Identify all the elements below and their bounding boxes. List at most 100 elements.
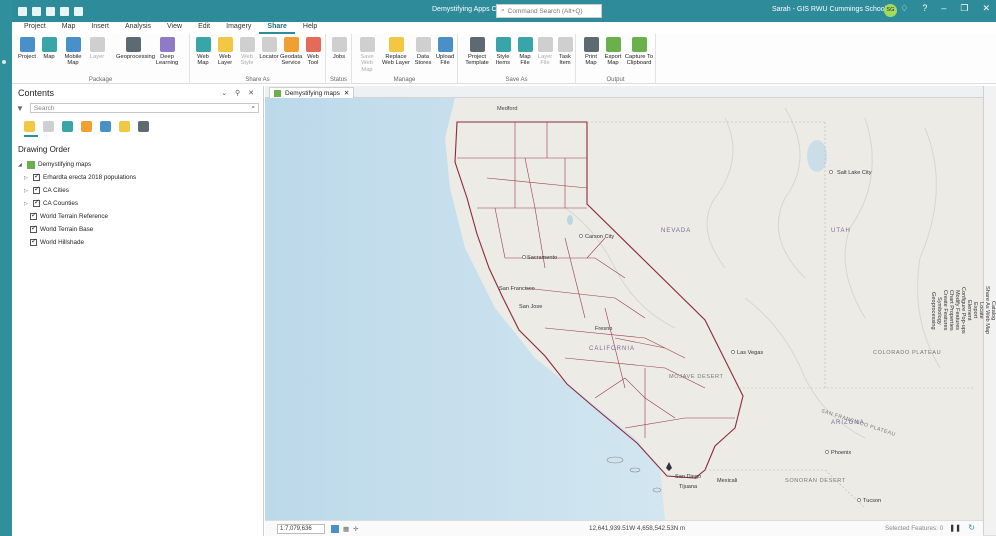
- tab-imagery[interactable]: Imagery: [218, 22, 259, 34]
- layer-visibility-checkbox[interactable]: [33, 185, 40, 194]
- command-search-input[interactable]: ⌕ Command Search (Alt+Q): [496, 4, 602, 18]
- layer-visibility-checkbox[interactable]: [30, 224, 37, 233]
- web-style-button[interactable]: Web Style: [236, 37, 258, 67]
- layer-visibility-checkbox[interactable]: [30, 211, 37, 220]
- open-project-icon[interactable]: [32, 6, 41, 16]
- jobs-button[interactable]: Jobs: [328, 37, 350, 60]
- deep-learning-button[interactable]: Deep Learning: [152, 37, 182, 67]
- package-project-button[interactable]: Project: [16, 37, 38, 60]
- web-style-icon: [239, 37, 255, 52]
- labeling-icon[interactable]: [119, 121, 130, 132]
- tab-analysis[interactable]: Analysis: [117, 22, 159, 34]
- package-layer-button[interactable]: Layer: [86, 37, 108, 60]
- contents-search-input[interactable]: Search ⌕: [29, 103, 259, 113]
- print-map-button[interactable]: Print Map: [580, 37, 602, 67]
- capture-to-clipboard-button[interactable]: Capture To Clipboard: [624, 37, 654, 67]
- snapping-icon[interactable]: [100, 121, 111, 132]
- project-template-button[interactable]: Project Template: [464, 37, 490, 67]
- layer-item[interactable]: World Terrain Base: [12, 223, 263, 236]
- layer-item[interactable]: ▷ Erhardta erecta 2018 populations: [12, 171, 263, 184]
- layer-item[interactable]: World Terrain Reference: [12, 210, 263, 223]
- panel-tab-element[interactable]: Element: [966, 86, 972, 536]
- refresh-icon[interactable]: ↻: [968, 523, 975, 532]
- pane-controls[interactable]: ⌄ ⚲ ✕: [221, 89, 257, 97]
- data-stores-button[interactable]: Data Stores: [412, 37, 434, 67]
- upload-file-button[interactable]: Upload File: [434, 37, 456, 67]
- tab-share[interactable]: Share: [259, 22, 295, 34]
- user-name[interactable]: Sarah - GIS RWU Cummings School: [772, 6, 886, 13]
- web-map-button[interactable]: Web Map: [192, 37, 214, 67]
- panel-tab-export[interactable]: Export: [972, 86, 978, 536]
- panel-tab-share-as-web-map[interactable]: Share As Web Map: [984, 86, 990, 536]
- task-item-button[interactable]: Task Item: [554, 37, 576, 67]
- layer-visibility-checkbox[interactable]: [33, 172, 40, 181]
- new-project-icon[interactable]: [18, 6, 27, 16]
- redo-icon[interactable]: [74, 6, 83, 16]
- map-node[interactable]: ◢ Demystifying maps: [12, 158, 263, 171]
- panel-tab-create-features[interactable]: Create Features: [942, 86, 948, 536]
- save-icon[interactable]: [46, 6, 55, 16]
- layer-item[interactable]: ▷ CA Counties: [12, 197, 263, 210]
- grid-icon[interactable]: ▦: [343, 525, 349, 533]
- panel-tab-locate[interactable]: Locate: [978, 86, 984, 536]
- button-label: Web Style: [240, 54, 254, 67]
- panel-tab-chart-properties[interactable]: Chart Properties: [948, 86, 954, 536]
- button-label: Layer: [89, 54, 105, 60]
- panel-tab-catalog[interactable]: Catalog: [990, 86, 996, 536]
- notification-icon[interactable]: ♢: [900, 3, 908, 14]
- minimize-icon[interactable]: –: [941, 3, 946, 14]
- filter-icon[interactable]: ▼: [16, 104, 24, 113]
- tab-view[interactable]: View: [159, 22, 190, 34]
- export-map-button[interactable]: Export Map: [602, 37, 624, 67]
- button-label: Locator: [259, 54, 279, 60]
- map-canvas[interactable]: Medford Carson City Sacramento San Franc…: [265, 98, 983, 520]
- window-controls: ♢ ? – ❐ ✕: [900, 3, 990, 14]
- web-tool-button[interactable]: Web Tool: [302, 37, 324, 67]
- geodata-service-button[interactable]: Geodata Service: [280, 37, 302, 67]
- map-view-tab[interactable]: Demystifying maps ✕: [269, 87, 355, 98]
- pause-drawing-icon[interactable]: ❚❚: [949, 524, 961, 532]
- tab-edit[interactable]: Edit: [190, 22, 218, 34]
- panel-tab-configure-popups[interactable]: Configure Pop-ups: [960, 86, 966, 536]
- tab-map[interactable]: Map: [54, 22, 84, 34]
- mobile-map-button[interactable]: Mobile Map: [62, 37, 84, 67]
- close-icon[interactable]: ✕: [344, 89, 349, 97]
- panel-tab-symbology[interactable]: Symbology: [936, 86, 942, 536]
- layer-visibility-checkbox[interactable]: [33, 198, 40, 207]
- help-icon[interactable]: ?: [922, 3, 927, 14]
- data-source-icon[interactable]: [43, 121, 54, 132]
- expand-icon[interactable]: ▷: [24, 201, 30, 207]
- locator-button[interactable]: Locator: [258, 37, 280, 60]
- tab-help[interactable]: Help: [295, 22, 325, 34]
- selection-icon[interactable]: [62, 121, 73, 132]
- ribbon-tabs: Project Map Insert Analysis View Edit Im…: [12, 22, 996, 34]
- layer-file-button[interactable]: Layer File: [534, 37, 556, 67]
- expand-icon[interactable]: ▷: [24, 188, 30, 194]
- perspective-icon[interactable]: [138, 121, 149, 132]
- undo-icon[interactable]: [60, 6, 69, 16]
- panel-tab-modify-features[interactable]: Modify Features: [954, 86, 960, 536]
- scale-selector[interactable]: 1:7,079,636: [277, 523, 325, 534]
- close-icon[interactable]: ✕: [982, 3, 990, 14]
- collapse-icon[interactable]: ◢: [18, 162, 24, 168]
- save-web-map-button[interactable]: Save Web Map: [356, 37, 378, 73]
- map-file-button[interactable]: Map File: [514, 37, 536, 67]
- navigator-icon[interactable]: [331, 524, 339, 533]
- pan-icon[interactable]: ✛: [353, 525, 358, 533]
- maximize-icon[interactable]: ❐: [960, 3, 968, 14]
- avatar[interactable]: SG: [884, 4, 897, 17]
- tab-project[interactable]: Project: [16, 22, 54, 34]
- layer-item[interactable]: World Hillshade: [12, 236, 263, 249]
- geoprocessing-button[interactable]: Geoprocessing: [116, 37, 155, 60]
- drawing-order-icon[interactable]: [24, 121, 35, 132]
- panel-tab-geoprocessing[interactable]: Geoprocessing: [930, 86, 936, 536]
- editing-icon[interactable]: [81, 121, 92, 132]
- expand-icon[interactable]: ▷: [24, 175, 30, 181]
- replace-web-layer-button[interactable]: Replace Web Layer: [382, 37, 410, 67]
- layer-visibility-checkbox[interactable]: [30, 237, 37, 246]
- layer-item[interactable]: ▷ CA Cities: [12, 184, 263, 197]
- package-map-button[interactable]: Map: [38, 37, 60, 60]
- web-layer-button[interactable]: Web Layer: [214, 37, 236, 67]
- style-items-button[interactable]: Style Items: [492, 37, 514, 67]
- tab-insert[interactable]: Insert: [83, 22, 117, 34]
